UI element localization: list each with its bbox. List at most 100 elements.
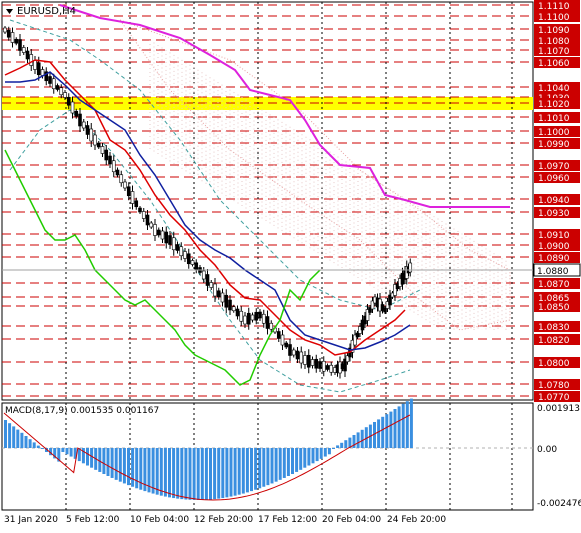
candle-body — [194, 262, 199, 271]
candle-body — [171, 237, 176, 251]
price-label: 1.0770 — [538, 393, 570, 403]
candle-body — [156, 229, 161, 236]
candle-body — [153, 224, 157, 236]
macd-bar — [180, 448, 184, 500]
time-label: 31 Jan 2020 — [4, 515, 58, 525]
candle-body — [213, 283, 217, 297]
macd-bar — [204, 448, 208, 500]
candle-body — [21, 47, 26, 53]
candle-body — [63, 92, 67, 98]
price-label: 1.1110 — [538, 2, 570, 12]
candle-body — [183, 251, 187, 259]
macd-bar — [266, 448, 270, 486]
candle-body — [66, 96, 71, 106]
macd-bar — [250, 448, 253, 492]
macd-bar — [163, 448, 167, 497]
macd-bar — [299, 448, 303, 470]
candle-body — [111, 160, 116, 173]
macd-bar — [106, 448, 110, 476]
candle-body — [235, 308, 240, 317]
macd-pane[interactable]: MACD(8,17,9) 0.001535 0.001167 — [1, 398, 534, 511]
candle-body — [134, 200, 139, 208]
price-label: 1.0970 — [538, 162, 570, 172]
price-label: 1.0830 — [538, 323, 570, 333]
candle-body — [25, 50, 30, 60]
candle-body — [190, 260, 195, 265]
macd-bar — [192, 448, 196, 500]
candle-body — [318, 361, 322, 369]
candle-body — [231, 306, 236, 312]
candle-body — [288, 344, 292, 356]
macd-bar — [151, 448, 155, 494]
macd-bar — [278, 448, 282, 480]
macd-bar — [102, 448, 106, 474]
candle-body — [93, 134, 97, 146]
macd-bar — [168, 448, 171, 498]
macd-bar — [319, 448, 323, 459]
price-label: 1.1090 — [538, 26, 570, 36]
macd-bar — [291, 448, 294, 474]
candle-body — [100, 146, 105, 154]
macd-bar — [270, 448, 274, 484]
candle-body — [250, 314, 255, 321]
macd-bar — [69, 448, 73, 457]
macd-axis-min: -0.002476 — [537, 499, 581, 509]
macd-bar — [90, 448, 94, 468]
chart-canvas[interactable]: EURUSD,H4 1.11101.11001.10901.10801.1070… — [0, 0, 581, 529]
price-label: 1.0910 — [538, 231, 570, 241]
macd-bar — [28, 439, 32, 448]
candle-body — [70, 101, 75, 114]
macd-bar — [36, 445, 40, 448]
macd-bar — [336, 445, 340, 448]
time-axis[interactable]: 31 Jan 2020 5 Feb 12:00 10 Feb 04:00 12 … — [4, 515, 446, 525]
macd-bar — [381, 416, 385, 448]
macd-axis-zero: 0.00 — [537, 445, 557, 455]
macd-bar — [172, 448, 176, 499]
candle-body — [36, 62, 41, 76]
macd-bar — [135, 448, 139, 489]
candle-body — [224, 294, 229, 308]
candle-body — [299, 351, 304, 364]
macd-bar — [405, 401, 409, 448]
macd-bar — [65, 448, 69, 455]
macd-bar — [200, 448, 204, 500]
macd-bar — [385, 414, 389, 448]
macd-bar — [8, 423, 12, 448]
candle-body — [14, 38, 19, 44]
candle-body — [130, 191, 135, 204]
macd-bar — [229, 448, 233, 497]
candle-body — [89, 128, 94, 142]
candle-body — [291, 349, 296, 356]
chart-title[interactable]: EURUSD,H4 — [6, 6, 76, 17]
macd-bar — [32, 442, 36, 448]
candle-body — [258, 311, 262, 319]
candle-body — [243, 315, 247, 325]
candle-body — [126, 186, 131, 197]
macd-bar — [24, 436, 28, 448]
price-label: 1.1020 — [538, 100, 570, 110]
candle-body — [29, 54, 34, 66]
macd-bar — [401, 403, 405, 448]
macd-bar — [122, 448, 126, 484]
macd-bar — [295, 448, 299, 472]
candle-body — [246, 312, 251, 325]
macd-bar — [393, 409, 397, 448]
candle-body — [265, 316, 270, 329]
macd-bar — [233, 448, 237, 496]
candle-body — [228, 299, 232, 311]
candle-body — [55, 85, 60, 90]
macd-bar — [241, 448, 245, 494]
time-label: 17 Feb 12:00 — [258, 515, 317, 525]
macd-axis[interactable]: 0.001913 0.00 -0.002476 — [537, 404, 581, 509]
price-axis[interactable]: 1.11101.11001.10901.10801.10701.10601.10… — [534, 0, 580, 403]
macd-bar — [282, 448, 286, 478]
price-pane[interactable] — [1, 1, 534, 401]
macd-label: MACD(8,17,9) 0.001535 0.001167 — [5, 406, 159, 416]
macd-bar — [40, 448, 44, 449]
candle-body — [205, 274, 210, 286]
macd-bar — [389, 411, 393, 448]
macd-bar — [155, 448, 159, 495]
candle-body — [408, 262, 413, 273]
macd-bar — [360, 429, 364, 448]
macd-axis-max: 0.001913 — [537, 404, 580, 414]
